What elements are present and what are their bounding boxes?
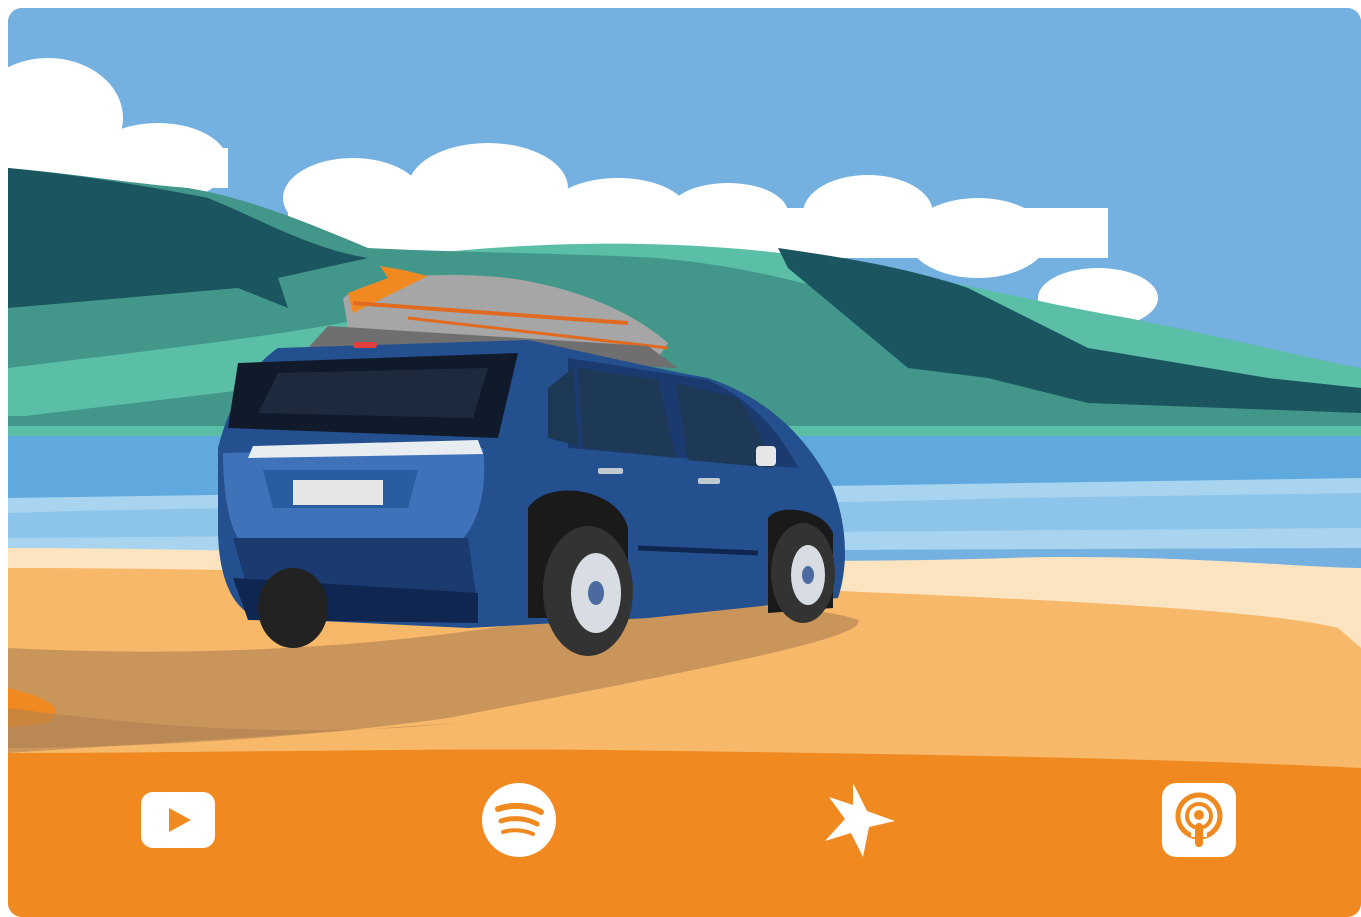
hero-card xyxy=(8,8,1361,917)
star-button[interactable] xyxy=(819,780,899,860)
youtube-icon xyxy=(141,792,215,848)
spotify-icon xyxy=(482,783,556,857)
podcast-button[interactable] xyxy=(1159,780,1239,860)
podcast-icon xyxy=(1162,783,1236,857)
youtube-button[interactable] xyxy=(138,780,218,860)
star-icon xyxy=(825,783,895,857)
spotify-button[interactable] xyxy=(479,780,559,860)
